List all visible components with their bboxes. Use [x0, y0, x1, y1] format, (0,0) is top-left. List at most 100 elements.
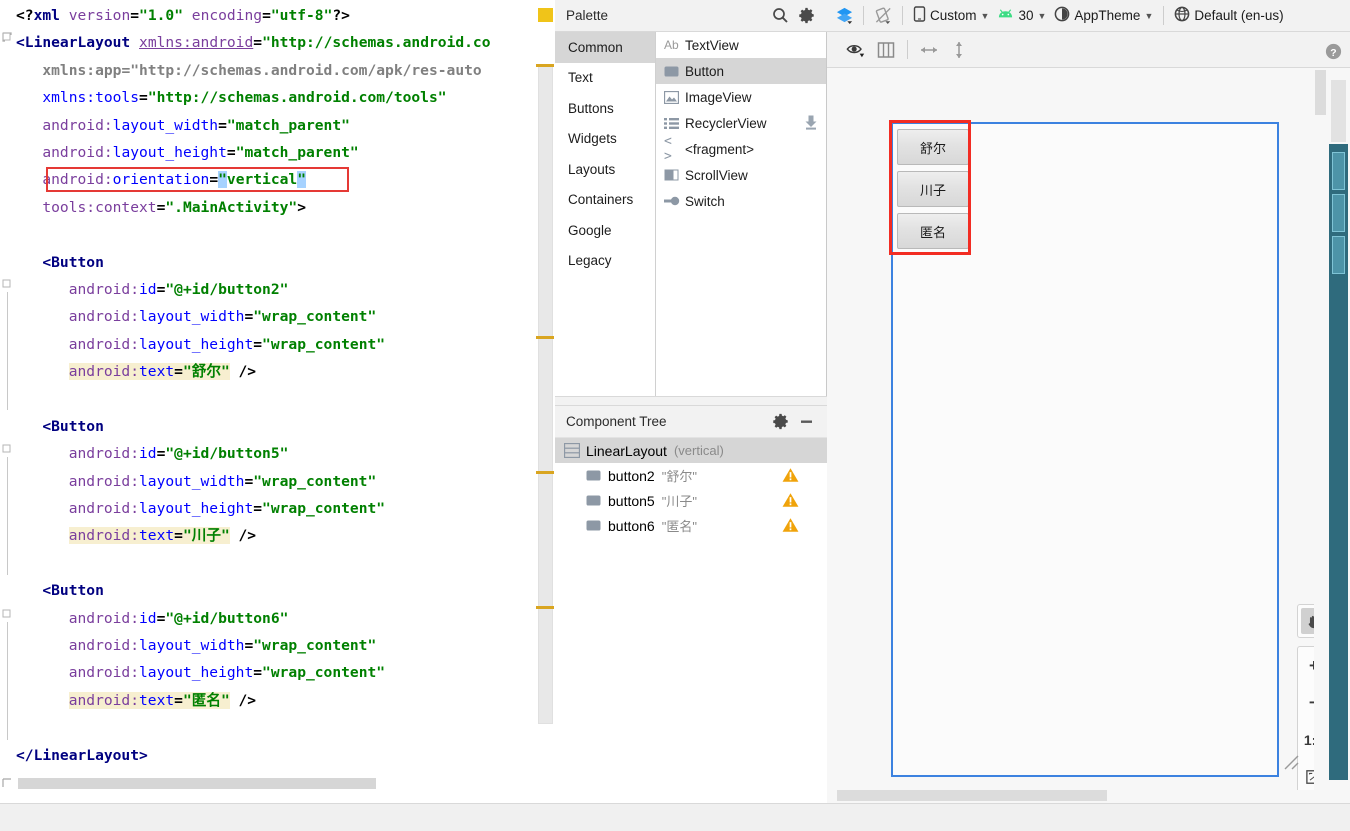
columns-icon[interactable]	[871, 37, 901, 63]
tree-node-button6[interactable]: button6 "匿名"	[555, 513, 827, 538]
gear-icon[interactable]	[767, 409, 793, 435]
code-line[interactable]: android:layout_width="wrap_content"	[16, 632, 555, 659]
palette-category-containers[interactable]: Containers	[555, 185, 655, 216]
resize-grip-handle[interactable]	[1281, 752, 1301, 772]
tree-node-linearlayout[interactable]: LinearLayout (vertical)	[555, 438, 827, 463]
warning-icon[interactable]	[782, 492, 799, 511]
code-line[interactable]: android:orientation="vertical"	[16, 166, 555, 194]
palette-category-legacy[interactable]: Legacy	[555, 246, 655, 277]
locale-selector[interactable]: Default (en-us)	[1170, 3, 1287, 29]
marker-tick-3[interactable]	[536, 471, 554, 474]
marker-tick-2[interactable]	[536, 336, 554, 339]
design-vertical-scrollbar[interactable]	[1315, 70, 1326, 115]
device-screen[interactable]: 舒尔 川子 匿名	[893, 124, 1277, 775]
code-line[interactable]	[16, 714, 555, 741]
palette-resize-divider[interactable]	[555, 396, 827, 406]
code-line[interactable]	[16, 221, 555, 248]
palette-category-list[interactable]: Common Text Buttons Widgets Layouts Container…	[555, 32, 656, 396]
code-line[interactable]: android:layout_height="wrap_content"	[16, 659, 555, 686]
code-line[interactable]: xmlns:app="http://schemas.android.com/ap…	[16, 57, 555, 84]
fold-marker-button2[interactable]	[2, 279, 13, 290]
recyclerview-icon	[664, 117, 685, 130]
fold-marker-end[interactable]	[2, 778, 13, 789]
code-line[interactable]	[16, 550, 555, 577]
minimap-button-0	[1332, 152, 1345, 190]
help-icon[interactable]: ?	[1320, 38, 1346, 64]
code-line[interactable]: android:layout_height="wrap_content"	[16, 495, 555, 522]
marker-tick-1[interactable]	[536, 64, 554, 67]
xml-code-editor[interactable]: <?xml version="1.0" encoding="utf-8"?> <L…	[0, 0, 555, 803]
code-line[interactable]: xmlns:tools="http://schemas.android.com/…	[16, 84, 555, 111]
tree-node-button5[interactable]: button5 "川子"	[555, 488, 827, 513]
palette-item-list[interactable]: Ab TextView Button ImageView RecyclerView < >…	[656, 32, 826, 396]
code-line[interactable]: android:layout_width="wrap_content"	[16, 468, 555, 495]
palette-item-imageview[interactable]: ImageView	[656, 84, 826, 110]
palette-item-scrollview[interactable]: ScrollView	[656, 162, 826, 188]
marker-tick-warning[interactable]	[538, 8, 553, 22]
design-horizontal-scrollbar[interactable]	[837, 790, 1107, 801]
eye-icon[interactable]	[841, 37, 871, 63]
minimize-icon[interactable]	[793, 409, 819, 435]
device-selector[interactable]: Custom ▼	[909, 3, 993, 29]
code-line[interactable]: <?xml version="1.0" encoding="utf-8"?>	[16, 2, 555, 29]
fold-marker-linearlayout[interactable]	[2, 32, 13, 43]
code-line[interactable]: android:text="匿名" />	[16, 687, 555, 714]
palette-category-layouts[interactable]: Layouts	[555, 154, 655, 185]
warning-icon[interactable]	[782, 467, 799, 486]
code-line[interactable]: android:layout_height="wrap_content"	[16, 331, 555, 358]
palette-category-text[interactable]: Text	[555, 63, 655, 94]
minimap-body[interactable]	[1329, 144, 1348, 780]
arrows-horizontal-icon[interactable]	[914, 37, 944, 63]
code-line[interactable]: android:text="川子" />	[16, 522, 555, 549]
design-minimap[interactable]	[1329, 80, 1348, 780]
fold-marker-button5[interactable]	[2, 444, 13, 455]
editor-vertical-scrollbar[interactable]	[538, 64, 553, 724]
warning-icon[interactable]	[782, 517, 799, 536]
api-level-selector[interactable]: 30 ▼	[993, 3, 1050, 29]
code-line[interactable]: <Button	[16, 413, 555, 440]
code-line[interactable]: android:id="@+id/button2"	[16, 276, 555, 303]
palette-category-buttons[interactable]: Buttons	[555, 93, 655, 124]
code-line[interactable]: <LinearLayout xmlns:android="http://sche…	[16, 29, 555, 56]
code-line[interactable]: </LinearLayout>	[16, 742, 555, 769]
tree-node-button2[interactable]: button2 "舒尔"	[555, 463, 827, 488]
code-text[interactable]: <?xml version="1.0" encoding="utf-8"?> <L…	[16, 0, 555, 790]
code-line[interactable]: android:layout_width="wrap_content"	[16, 303, 555, 330]
palette-category-common[interactable]: Common	[555, 32, 655, 63]
code-line[interactable]: <Button	[16, 249, 555, 276]
design-vertical-scroll-track[interactable]	[1314, 68, 1327, 790]
minimap-scroll-thumb[interactable]	[1331, 80, 1346, 142]
palette-item-textview[interactable]: Ab TextView	[656, 32, 826, 58]
arrows-vertical-icon[interactable]	[944, 37, 974, 63]
code-line[interactable]: tools:context=".MainActivity">	[16, 194, 555, 221]
editor-horizontal-scrollbar[interactable]	[18, 778, 376, 789]
component-tree-list[interactable]: LinearLayout (vertical) button2 "舒尔" button5…	[555, 438, 827, 803]
preview-button-1[interactable]: 川子	[897, 171, 969, 207]
code-line[interactable]	[16, 385, 555, 412]
editor-gutter[interactable]	[0, 0, 16, 803]
marker-tick-4[interactable]	[536, 606, 554, 609]
code-line[interactable]: android:layout_width="match_parent"	[16, 112, 555, 139]
palette-item-recyclerview[interactable]: RecyclerView	[656, 110, 826, 136]
fold-marker-button6[interactable]	[2, 609, 13, 620]
gear-icon[interactable]	[793, 3, 819, 29]
code-line[interactable]: android:id="@+id/button6"	[16, 605, 555, 632]
code-line[interactable]: android:text="舒尔" />	[16, 358, 555, 385]
palette-category-widgets[interactable]: Widgets	[555, 124, 655, 155]
code-line[interactable]: android:layout_height="match_parent"	[16, 139, 555, 166]
layers-icon[interactable]	[831, 3, 857, 29]
theme-selector[interactable]: AppTheme ▼	[1050, 3, 1157, 29]
palette-item-switch[interactable]: Switch	[656, 188, 826, 214]
palette-item-fragment[interactable]: < > <fragment>	[656, 134, 826, 164]
code-line[interactable]: android:id="@+id/button5"	[16, 440, 555, 467]
device-preview-frame[interactable]: 舒尔 川子 匿名	[891, 122, 1279, 777]
preview-button-2[interactable]: 匿名	[897, 213, 969, 249]
download-icon[interactable]	[804, 115, 818, 133]
search-icon[interactable]	[767, 3, 793, 29]
design-canvas[interactable]: 舒尔 川子 匿名 + − 1:1	[827, 68, 1327, 790]
palette-item-button[interactable]: Button	[656, 58, 826, 84]
code-line[interactable]: <Button	[16, 577, 555, 604]
rotate-device-icon[interactable]	[870, 3, 896, 29]
preview-button-0[interactable]: 舒尔	[897, 129, 969, 165]
palette-category-google[interactable]: Google	[555, 215, 655, 246]
